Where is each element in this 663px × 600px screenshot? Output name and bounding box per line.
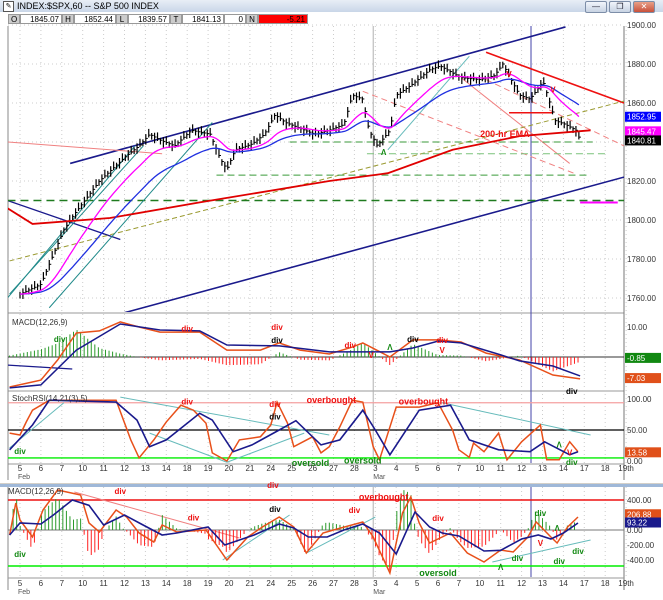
- last-value: 1841.13: [182, 14, 224, 24]
- open-value: 1845.07: [20, 14, 62, 24]
- open-label: O: [8, 14, 20, 24]
- minimize-button[interactable]: —: [585, 1, 607, 13]
- low-value: 1839.57: [128, 14, 170, 24]
- last-label: T: [170, 14, 182, 24]
- window-titlebar[interactable]: ✎ INDEX:$SPX,60 -- S&P 500 INDEX — ❐ ✕: [0, 0, 663, 13]
- high-label: H: [62, 14, 74, 24]
- net-change-value: -5.21: [258, 14, 308, 24]
- chart-window-main: ✎ INDEX:$SPX,60 -- S&P 500 INDEX — ❐ ✕ O…: [0, 0, 663, 483]
- restore-button[interactable]: ❐: [609, 1, 631, 13]
- close-button[interactable]: ✕: [633, 1, 655, 13]
- window-title: INDEX:$SPX,60 -- S&P 500 INDEX: [17, 1, 159, 11]
- volume-value: 0: [224, 14, 246, 24]
- low-label: L: [116, 14, 128, 24]
- ohlc-readout: O 1845.07 H 1852.44 L 1839.57 T 1841.13 …: [8, 14, 308, 24]
- high-value: 1852.44: [74, 14, 116, 24]
- net-label: N: [246, 14, 258, 24]
- chart-app-icon: ✎: [3, 1, 14, 12]
- chart-window-macd: [0, 484, 663, 600]
